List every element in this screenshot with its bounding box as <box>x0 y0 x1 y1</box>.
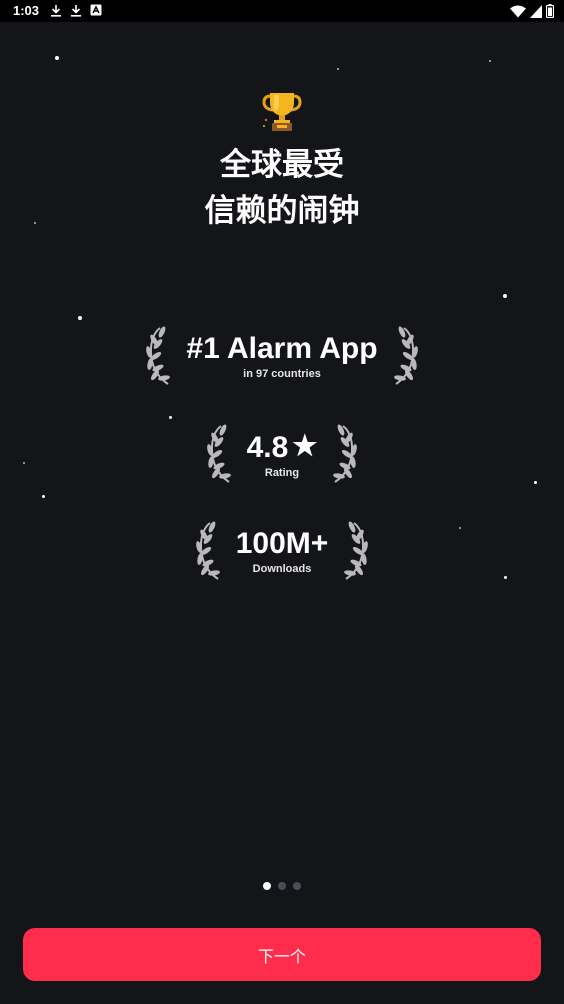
app-notification-icon <box>90 4 102 16</box>
award-rating: 4.8 ★ Rating <box>0 424 564 486</box>
star-dot <box>78 316 82 320</box>
star-dot <box>169 416 172 419</box>
star-dot <box>503 294 507 298</box>
laurel-left-icon <box>206 424 231 483</box>
headline-line-1: 全球最受 <box>220 147 344 183</box>
trophy-icon <box>262 93 302 131</box>
page-dot-2[interactable] <box>278 882 286 890</box>
next-button[interactable]: 下一个 <box>23 928 541 981</box>
laurel-left-icon <box>195 521 220 580</box>
award-subtitle: Downloads <box>252 563 312 575</box>
page-indicator <box>0 882 564 890</box>
download-icon <box>71 5 81 17</box>
cellular-signal-icon <box>530 4 542 18</box>
download-icon <box>51 5 61 17</box>
wifi-icon <box>510 5 526 17</box>
award-downloads: 100M+ Downloads <box>0 521 564 583</box>
laurel-left-icon <box>146 326 171 385</box>
star-dot <box>489 60 491 62</box>
headline-line-2: 信赖的闹钟 <box>204 193 360 229</box>
award-title: #1 Alarm App <box>186 332 378 365</box>
page-dot-3[interactable] <box>293 882 301 890</box>
page-dot-1[interactable] <box>263 882 271 890</box>
star-dot <box>42 495 45 498</box>
award-subtitle: in 97 countries <box>243 368 321 380</box>
award-title: 100M+ <box>235 527 329 560</box>
status-notification-icons <box>50 4 102 17</box>
star-dot <box>337 68 339 70</box>
status-bar: 1:03 <box>0 0 564 22</box>
rating-value: 4.8 <box>246 431 289 464</box>
laurel-right-icon <box>393 326 418 385</box>
laurel-right-icon <box>333 424 358 483</box>
status-system-icons <box>510 4 554 18</box>
award-title: 4.8 ★ <box>247 429 318 465</box>
star-icon: ★ <box>292 430 318 461</box>
award-subtitle: Rating <box>264 467 300 479</box>
status-time: 1:03 <box>13 3 40 18</box>
star-dot <box>55 56 59 60</box>
laurel-right-icon <box>344 521 369 580</box>
award-rank: #1 Alarm App in 97 countries <box>0 326 564 388</box>
battery-icon <box>546 4 554 18</box>
